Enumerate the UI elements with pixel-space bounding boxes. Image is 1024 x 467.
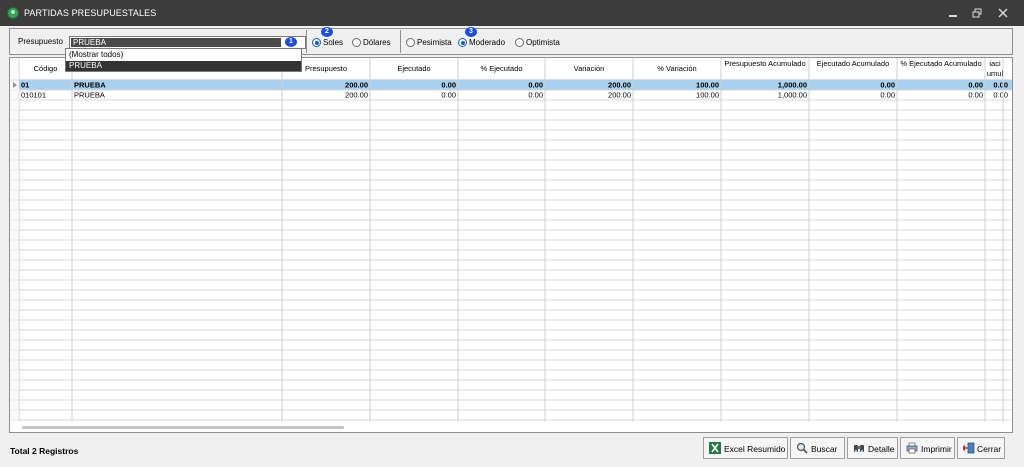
- printer-icon: [906, 442, 918, 454]
- table-cell: 0.00: [441, 91, 456, 100]
- table-cell: 200.00: [345, 91, 368, 100]
- window-body: Presupuesto PRUEBA 1 2 Soles Dólares Pes…: [7, 26, 1017, 463]
- table-cell: 0.00: [441, 81, 456, 90]
- data-grid[interactable]: Código Presupuesto Ejecutado % Ejecutado Var…: [9, 57, 1013, 433]
- table-cell: 1,000.00: [778, 91, 807, 100]
- column-header: Código: [34, 64, 58, 73]
- title-bar: PARTIDAS PRESUPUESTALES: [0, 0, 1024, 26]
- excel-resumido-label: Excel Resumido: [724, 444, 786, 454]
- table-cell: 200.00: [608, 91, 631, 100]
- table-cell: 010101: [21, 91, 46, 100]
- table-cell: 100.00: [696, 91, 719, 100]
- step-badge-3: 3: [465, 27, 477, 37]
- dropdown-option-prueba[interactable]: PRUEBA: [66, 61, 301, 71]
- table-cell: 0.00: [880, 91, 895, 100]
- column-header: Ejecutado: [397, 64, 430, 73]
- column-header: Variación: [574, 64, 605, 73]
- grid-canvas: Código Presupuesto Ejecutado % Ejecutado Var…: [10, 58, 1012, 422]
- cerrar-label: Cerrar: [977, 444, 1002, 454]
- step-badge-2: 2: [321, 27, 333, 37]
- table-cell: PRUEBA: [74, 91, 105, 100]
- table-cell: 0.00: [968, 81, 983, 90]
- table-cell: 0.00: [528, 81, 543, 90]
- column-header: Ejecutado Acumulado: [817, 59, 890, 68]
- separator: [400, 30, 401, 53]
- radio-moderado-label: Moderado: [469, 38, 506, 47]
- presupuesto-combo-value: PRUEBA: [71, 38, 281, 47]
- table-cell: PRUEBA: [74, 81, 106, 90]
- row-header-column: [10, 58, 19, 422]
- radio-soles-label: Soles: [323, 38, 344, 47]
- radio-dolares[interactable]: [352, 38, 361, 47]
- column-header: Presupuesto Acumulado: [724, 59, 805, 68]
- table-cell-clipped: 0.00: [993, 91, 1008, 100]
- table-cell: 200.00: [345, 81, 368, 90]
- restore-icon[interactable]: [970, 6, 984, 20]
- column-header: % Ejecutado Acumulado: [900, 59, 981, 68]
- table-cell: 200.00: [608, 81, 631, 90]
- total-registros: Total 2 Registros: [10, 446, 79, 456]
- table-cell-clipped: 0.00: [993, 81, 1008, 90]
- imprimir-label: Imprimir: [921, 444, 952, 454]
- dropdown-option-mostrar-todos[interactable]: (Mostrar todos): [66, 50, 301, 60]
- separator: [306, 30, 307, 53]
- radio-pesimista[interactable]: [406, 38, 415, 47]
- table-cell: 0.00: [968, 91, 983, 100]
- presupuesto-label: Presupuesto: [18, 37, 63, 46]
- excel-resumido-button[interactable]: Excel Resumido: [703, 437, 788, 459]
- presupuesto-dropdown-list[interactable]: (Mostrar todos) PRUEBA: [65, 48, 302, 72]
- window-title: PARTIDAS PRESUPUESTALES: [24, 8, 157, 18]
- radio-dolares-label: Dólares: [363, 38, 391, 47]
- imprimir-button[interactable]: Imprimir: [900, 437, 955, 459]
- status-bar: Total 2 Registros Excel Resumido Buscar: [7, 437, 1017, 463]
- table-cell: 0.00: [528, 91, 543, 100]
- column-header-clipped: umul: [987, 69, 1004, 78]
- radio-optimista[interactable]: [515, 38, 524, 47]
- column-header-clipped: iaci: [989, 59, 1001, 68]
- detalle-label: Detalle: [868, 444, 895, 454]
- buscar-label: Buscar: [811, 444, 838, 454]
- radio-pesimista-label: Pesimista: [417, 38, 452, 47]
- app-icon: [7, 7, 19, 19]
- binoculars-icon: [854, 445, 864, 453]
- table-cell: 0.00: [880, 81, 895, 90]
- table-cell: 1,000.00: [778, 81, 807, 90]
- radio-optimista-label: Optimista: [526, 38, 560, 47]
- horizontal-scrollbar[interactable]: [22, 426, 344, 429]
- radio-soles[interactable]: [312, 38, 321, 47]
- detalle-button[interactable]: Detalle: [847, 437, 898, 459]
- table-cell: 01: [21, 81, 29, 90]
- column-header: Presupuesto: [305, 64, 347, 73]
- table-row-selected: [19, 80, 1012, 90]
- excel-icon: [709, 442, 721, 454]
- exit-door-icon: [963, 442, 975, 454]
- column-header: % Variación: [657, 64, 696, 73]
- radio-moderado[interactable]: [458, 38, 467, 47]
- buscar-button[interactable]: Buscar: [790, 437, 845, 459]
- cerrar-button[interactable]: Cerrar: [957, 437, 1005, 459]
- search-icon: [796, 442, 808, 454]
- table-cell: 100.00: [696, 81, 719, 90]
- close-icon[interactable]: [996, 6, 1010, 20]
- step-badge-1: 1: [285, 37, 297, 47]
- minimize-icon[interactable]: [946, 6, 960, 20]
- column-header: % Ejecutado: [480, 64, 522, 73]
